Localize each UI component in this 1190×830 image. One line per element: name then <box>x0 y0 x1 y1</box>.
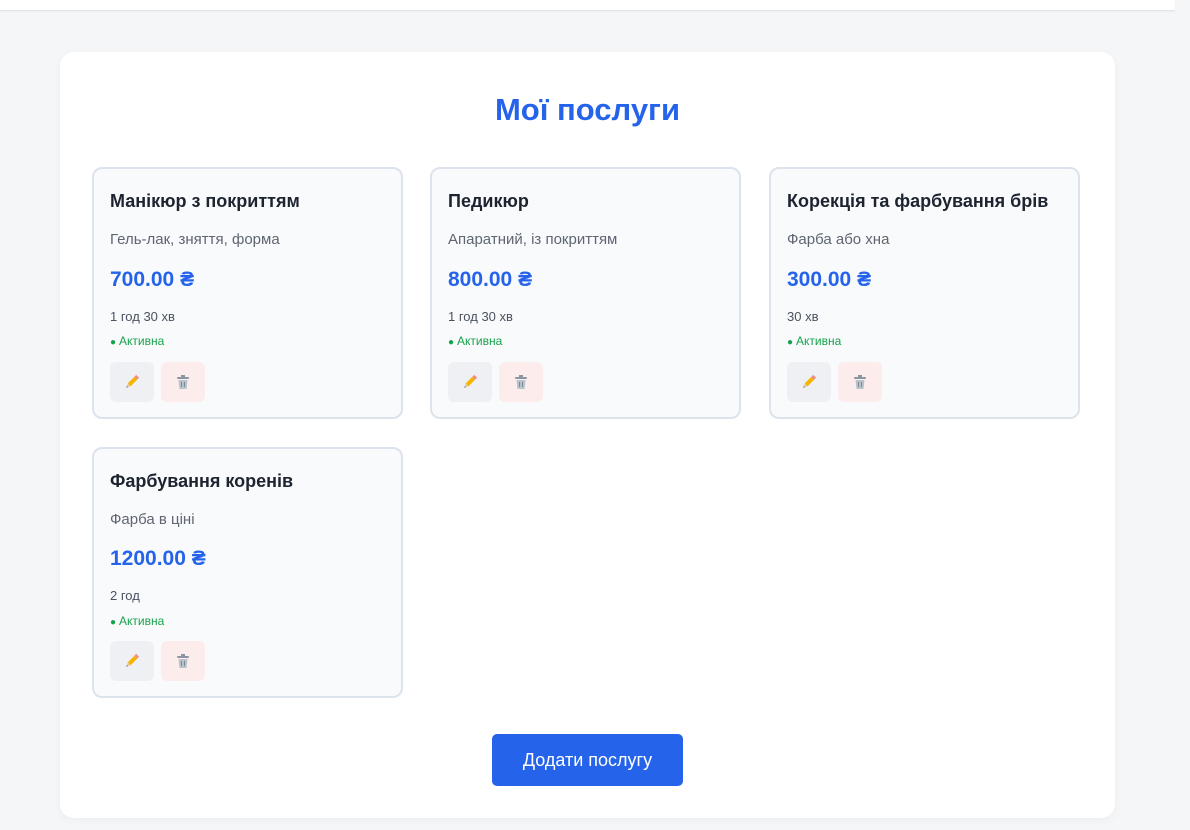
service-card: Фарбування коренів Фарба в ціні 1200.00 … <box>92 447 403 698</box>
service-name: Фарбування коренів <box>110 471 294 491</box>
status-badge: ● Активна <box>110 334 164 348</box>
status-label: Активна <box>457 334 503 348</box>
service-duration: 1 год 30 хв <box>448 309 513 324</box>
pencil-icon <box>126 653 140 667</box>
status-badge: ● Активна <box>787 334 841 348</box>
status-dot-icon: ● <box>448 337 455 348</box>
trash-icon <box>515 375 527 389</box>
delete-button[interactable] <box>161 641 205 681</box>
edit-button[interactable] <box>110 362 154 402</box>
trash-icon <box>177 654 189 668</box>
service-description: Фарба в ціні <box>110 511 195 528</box>
status-label: Активна <box>796 334 842 348</box>
edit-button[interactable] <box>110 641 154 681</box>
status-label: Активна <box>119 614 165 628</box>
service-price: 800.00 ₴ <box>448 268 533 291</box>
add-service-button[interactable]: Додати послугу <box>492 734 683 786</box>
trash-icon <box>854 375 866 389</box>
pencil-icon <box>464 374 478 388</box>
status-dot-icon: ● <box>110 337 117 348</box>
delete-button[interactable] <box>838 362 882 402</box>
status-dot-icon: ● <box>110 617 117 628</box>
service-description: Апаратний, із покриттям <box>448 231 618 248</box>
service-name: Манікюр з покриттям <box>110 191 300 211</box>
service-description: Фарба або хна <box>787 231 890 248</box>
delete-button[interactable] <box>161 362 205 402</box>
edit-button[interactable] <box>448 362 492 402</box>
service-duration: 2 год <box>110 588 140 603</box>
status-dot-icon: ● <box>787 337 794 348</box>
service-description: Гель-лак, зняття, форма <box>110 231 280 248</box>
service-card: Педикюр Апаратний, із покриттям 800.00 ₴… <box>430 167 741 419</box>
service-duration: 30 хв <box>787 309 819 324</box>
service-card: Корекція та фарбування брів Фарба або хн… <box>769 167 1080 419</box>
status-badge: ● Активна <box>448 334 502 348</box>
service-price: 700.00 ₴ <box>110 268 195 291</box>
service-name: Педикюр <box>448 191 529 211</box>
trash-icon <box>177 375 189 389</box>
status-badge: ● Активна <box>110 614 164 628</box>
edit-button[interactable] <box>787 362 831 402</box>
services-panel: Мої послуги Манікюр з покриттям Гель-лак… <box>60 52 1115 818</box>
service-price: 1200.00 ₴ <box>110 547 206 570</box>
delete-button[interactable] <box>499 362 543 402</box>
top-header-bar <box>0 0 1175 11</box>
status-label: Активна <box>119 334 165 348</box>
service-duration: 1 год 30 хв <box>110 309 175 324</box>
page-title: Мої послуги <box>494 92 681 127</box>
service-price: 300.00 ₴ <box>787 268 872 291</box>
service-card: Манікюр з покриттям Гель-лак, зняття, фо… <box>92 167 403 419</box>
pencil-icon <box>803 374 817 388</box>
pencil-icon <box>126 374 140 388</box>
service-name: Корекція та фарбування брів <box>787 191 1049 211</box>
